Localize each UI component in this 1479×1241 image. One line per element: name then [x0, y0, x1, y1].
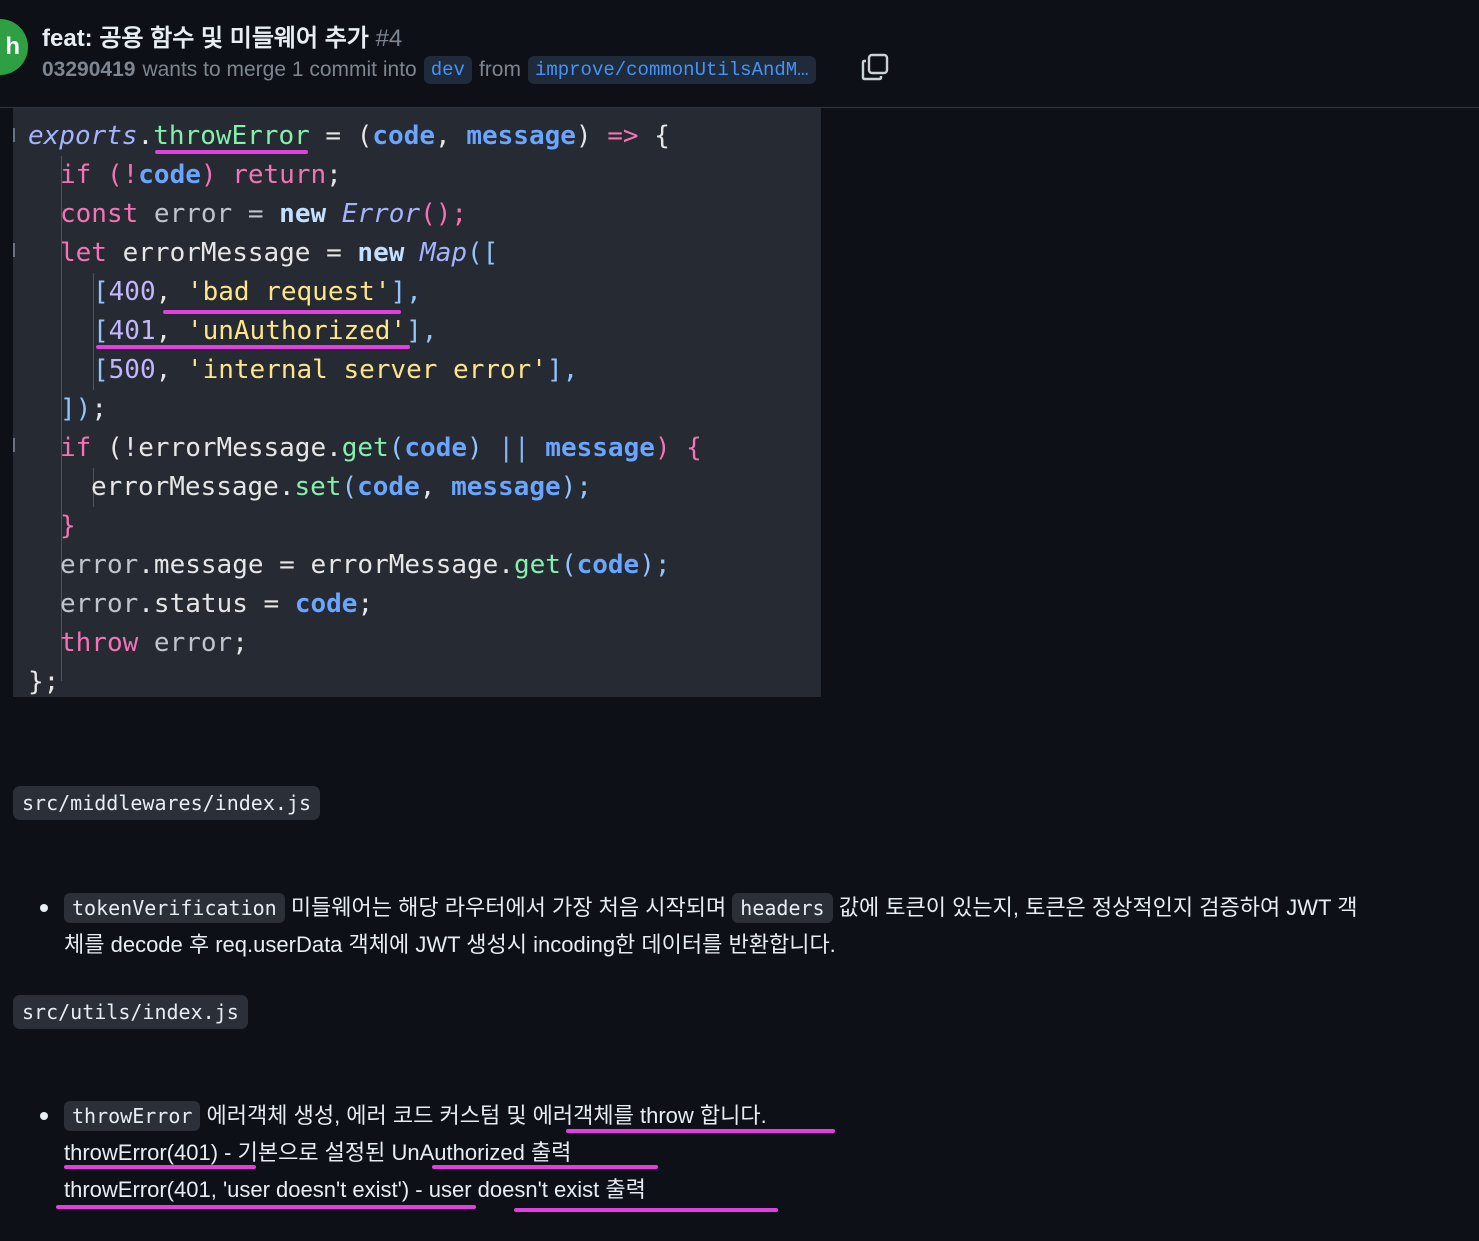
highlight-underline	[56, 1205, 476, 1209]
author-link[interactable]: 03290419	[42, 58, 135, 82]
merge-text: wants to merge 1 commit into	[142, 58, 417, 81]
pr-header: h feat: 공용 함수 및 미들웨어 추가 #4 03290419 want…	[0, 0, 1479, 108]
code-line-4: let errorMessage = new Map([	[60, 238, 499, 268]
code-line-11: }	[60, 511, 76, 541]
highlight-underline	[64, 1165, 256, 1169]
code-line-3: const error = new Error();	[60, 199, 468, 229]
gutter-fold-marker	[13, 243, 15, 257]
inline-code: headers	[732, 893, 833, 923]
code-line-8: ]);	[60, 394, 107, 424]
highlight-underline	[163, 310, 401, 314]
inline-code: tokenVerification	[64, 893, 285, 923]
code-line-12: error.message = errorMessage.get(code);	[60, 550, 671, 580]
copy-branch-button[interactable]	[858, 50, 892, 84]
avatar-letter: h	[5, 33, 20, 60]
head-branch[interactable]: improve/commonUtilsAndM…	[527, 56, 816, 84]
inline-code: throwError	[64, 1101, 201, 1131]
highlight-underline	[566, 1129, 835, 1133]
code-line-5: [400, 'bad request'],	[93, 277, 422, 307]
from-text: from	[478, 58, 521, 81]
code-line-7: [500, 'internal server error'],	[93, 355, 579, 385]
base-branch[interactable]: dev	[423, 56, 472, 84]
code-line-10: errorMessage.set(code, message);	[91, 472, 592, 502]
gutter-fold-marker	[13, 128, 15, 142]
list-bullet	[40, 904, 48, 912]
middleware-description-line-1: tokenVerification 미들웨어는 해당 라우터에서 가장 처음 시…	[64, 889, 1357, 926]
code-line-15: };	[28, 667, 60, 697]
code-line-9: if (!errorMessage.get(code) || message) …	[60, 433, 702, 463]
highlight-underline	[155, 150, 308, 154]
pr-meta: 03290419 wants to merge 1 commit into de…	[42, 54, 816, 86]
highlight-underline	[514, 1208, 778, 1212]
code-screenshot: exports.throwError = (code, message) => …	[13, 108, 821, 697]
pr-number: #4	[375, 25, 403, 52]
gutter-fold-marker	[13, 438, 15, 452]
utils-file-path: src/utils/index.js	[13, 995, 248, 1029]
code-line-1: exports.throwError = (code, message) => …	[28, 121, 670, 151]
pr-title-text: feat: 공용 함수 및 미들웨어 추가	[42, 25, 369, 52]
code-line-13: error.status = code;	[60, 589, 374, 619]
highlight-underline	[432, 1165, 658, 1169]
highlight-underline	[96, 345, 410, 349]
utils-description-line-3: throwError(401, 'user doesn't exist') - …	[64, 1177, 646, 1202]
pr-title: feat: 공용 함수 및 미들웨어 추가 #4	[42, 18, 402, 53]
middleware-file-path: src/middlewares/index.js	[13, 786, 320, 820]
copy-icon	[861, 53, 889, 81]
middleware-description-line-2: 체를 decode 후 req.userData 객체에 JWT 생성시 inc…	[64, 932, 836, 957]
list-bullet	[40, 1112, 48, 1120]
avatar[interactable]: h	[0, 19, 28, 75]
code-line-2: if (!code) return;	[60, 160, 342, 190]
code-line-14: throw error;	[60, 628, 248, 658]
